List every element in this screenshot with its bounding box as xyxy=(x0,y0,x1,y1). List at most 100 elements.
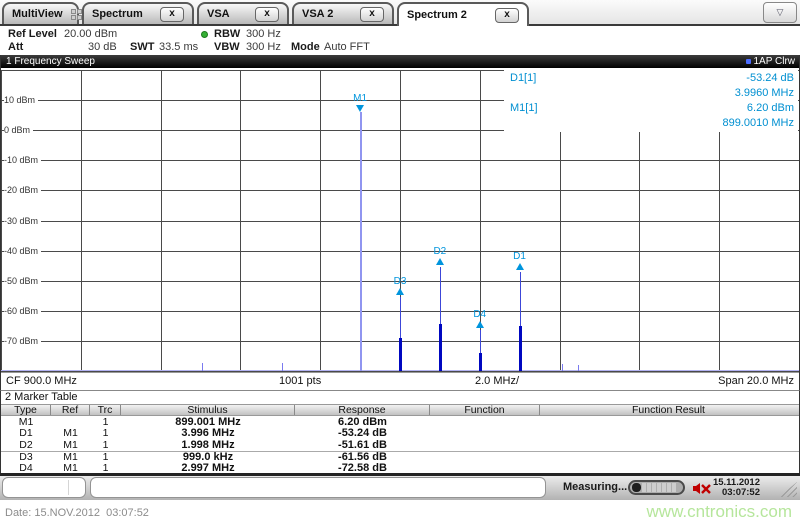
watermark: www.cntronics.com xyxy=(647,502,792,522)
close-icon[interactable]: x xyxy=(360,7,384,22)
table-cell: D3 xyxy=(1,452,51,463)
close-icon[interactable]: x xyxy=(160,7,184,22)
window-title: 1 Frequency Sweep xyxy=(1,56,95,67)
trace-indicator: 1AP Clrw xyxy=(746,55,796,68)
tab-vsa[interactable]: VSA x xyxy=(197,2,289,24)
swt-label: SWT xyxy=(130,41,154,53)
status-datetime: 15.11.2012 03:07:52 xyxy=(713,478,760,498)
spectrum-window-titlebar[interactable]: 1 Frequency Sweep 1AP Clrw xyxy=(1,55,799,68)
table-cell: 1 xyxy=(90,452,121,463)
y-axis-tick-label: 10 dBm xyxy=(4,95,38,105)
column-header-type: Type xyxy=(1,405,51,415)
column-header-stimulus: Stimulus xyxy=(121,405,295,415)
trace-peak-m1 xyxy=(360,112,362,371)
marker-symbol-d4 xyxy=(476,321,484,328)
table-cell: 3.996 MHz xyxy=(121,428,295,440)
marker-symbol-d3 xyxy=(396,288,404,295)
table-cell: 1 xyxy=(90,416,121,428)
table-row-d2: D2M111.998 MHz-51.61 dB xyxy=(1,439,799,451)
rbw-coupled-indicator xyxy=(201,31,208,38)
vbw-value[interactable]: 300 Hz xyxy=(246,41,281,53)
table-cell: 1 xyxy=(90,439,121,451)
column-header-function-result: Function Result xyxy=(540,405,797,415)
trace-noise-spike xyxy=(562,364,563,371)
close-icon[interactable]: x xyxy=(495,8,519,23)
table-cell: M1 xyxy=(51,428,90,440)
y-axis-tick-label: -20 dBm xyxy=(4,185,41,195)
marker-symbol-d1 xyxy=(516,263,524,270)
table-cell xyxy=(540,428,797,440)
table-cell xyxy=(430,439,540,451)
column-header-function: Function xyxy=(430,405,540,415)
table-cell: 899.001 MHz xyxy=(121,416,295,428)
column-header-ref: Ref xyxy=(51,405,90,415)
att-label: Att xyxy=(8,41,23,53)
mode-label: Mode xyxy=(291,41,320,53)
marker-table-window: 2 Marker Table TypeRefTrcStimulusRespons… xyxy=(0,390,800,473)
per-division: 2.0 MHz/ xyxy=(475,375,519,387)
table-row-d3: D3M11999.0 kHz-61.56 dB xyxy=(1,451,799,463)
table-cell: M1 xyxy=(1,416,51,428)
y-axis-tick-label: -50 dBm xyxy=(4,276,41,286)
tab-multiview[interactable]: MultiView xyxy=(2,2,79,24)
y-axis-tick-label: -60 dBm xyxy=(4,306,41,316)
marker-symbol-d2 xyxy=(436,258,444,265)
resize-grip[interactable] xyxy=(779,482,797,497)
ref-level-label: Ref Level xyxy=(8,28,57,40)
center-frequency[interactable]: CF 900.0 MHz xyxy=(6,375,77,387)
tab-overflow-button[interactable]: ▽ xyxy=(763,2,797,23)
chevron-down-icon: ▽ xyxy=(777,7,784,18)
tab-label: MultiView xyxy=(12,8,63,20)
tab-vsa-2[interactable]: VSA 2x xyxy=(292,2,394,24)
table-row-d1: D1M113.996 MHz-53.24 dB xyxy=(1,428,799,440)
marker-label-m1: M1 xyxy=(353,93,367,104)
readout-marker-name: D1[1] xyxy=(510,72,536,84)
marker-label-d3: D3 xyxy=(394,276,407,287)
status-tab-wide[interactable] xyxy=(90,477,546,498)
tab-label: Spectrum 2 xyxy=(407,9,487,21)
ref-level-value[interactable]: 20.00 dBm xyxy=(64,28,117,40)
spectrum-plot[interactable]: 10 dBm0 dBm-10 dBm-20 dBm-30 dBm-40 dBm-… xyxy=(1,68,799,372)
table-row-m1: M11899.001 MHz6.20 dBm xyxy=(1,416,799,428)
readout-marker-value: 6.20 dBm xyxy=(747,102,794,114)
marker-table-title[interactable]: 2 Marker Table xyxy=(1,391,799,404)
grid-line-horizontal xyxy=(1,251,799,252)
close-icon[interactable]: x xyxy=(255,7,279,22)
rbw-value[interactable]: 300 Hz xyxy=(246,28,281,40)
table-cell xyxy=(430,416,540,428)
trace-noise-spike xyxy=(578,365,579,371)
marker-table-body: M11899.001 MHz6.20 dBmD1M113.996 MHz-53.… xyxy=(1,416,799,474)
settings-header: Ref Level 20.00 dBm RBW 300 Hz Att 30 dB… xyxy=(0,26,800,55)
table-cell xyxy=(430,428,540,440)
mode-value[interactable]: Auto FFT xyxy=(324,41,370,53)
frequency-axis-bar: CF 900.0 MHz 1001 pts 2.0 MHz/ Span 20.0… xyxy=(1,372,799,390)
table-cell: -61.56 dB xyxy=(295,452,430,463)
span-value[interactable]: Span 20.0 MHz xyxy=(718,375,794,387)
y-axis-tick-label: 0 dBm xyxy=(4,125,33,135)
swt-value[interactable]: 33.5 ms xyxy=(159,41,198,53)
trace-peak-base xyxy=(439,324,442,371)
measuring-status: Measuring... xyxy=(563,481,627,493)
sweep-points: 1001 pts xyxy=(279,375,321,387)
att-value[interactable]: 30 dB xyxy=(88,41,117,53)
table-cell: -53.24 dB xyxy=(295,428,430,440)
analyzer-screen: MultiViewSpectrumxVSAxVSA 2xSpectrum 2x … xyxy=(0,0,800,525)
tab-label: Spectrum xyxy=(92,8,152,20)
y-axis-tick-label: -40 dBm xyxy=(4,246,41,256)
readout-marker-value: -53.24 dB xyxy=(746,72,794,84)
table-cell: -51.61 dB xyxy=(295,439,430,451)
table-cell: M1 xyxy=(51,452,90,463)
status-tab-small[interactable] xyxy=(2,477,86,498)
marker-label-d4: D4 xyxy=(473,309,486,320)
tab-spectrum[interactable]: Spectrum x xyxy=(82,2,194,24)
tab-strip: MultiViewSpectrumxVSAxVSA 2xSpectrum 2x xyxy=(2,2,529,26)
trace-noise-spike xyxy=(282,363,283,371)
readout-marker-name: M1[1] xyxy=(510,102,538,114)
vbw-label: VBW xyxy=(214,41,240,53)
column-header-response: Response xyxy=(295,405,430,415)
table-cell xyxy=(430,452,540,463)
tab-label: VSA xyxy=(207,8,247,20)
table-cell: D1 xyxy=(1,428,51,440)
table-cell xyxy=(540,439,797,451)
tab-spectrum-2[interactable]: Spectrum 2 x xyxy=(397,2,529,26)
